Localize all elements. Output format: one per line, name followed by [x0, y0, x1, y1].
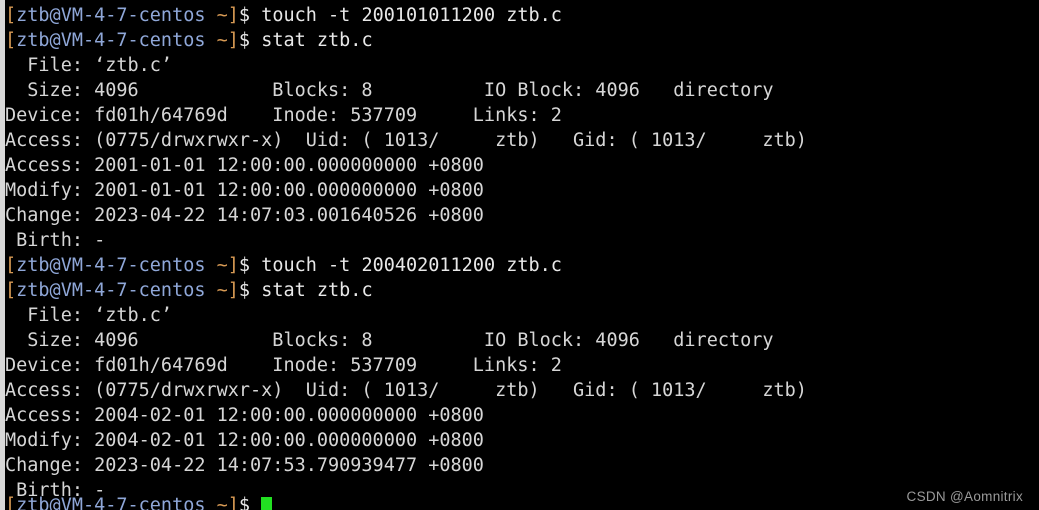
terminal-output-line: Size: 4096 Blocks: 8 IO Block: 4096 dire… — [5, 328, 1039, 353]
terminal-prompt-line: [ztb@VM-4-7-centos ~]$ touch -t 20010101… — [5, 3, 1039, 28]
terminal-output-line: Access: 2004-02-01 12:00:00.000000000 +0… — [5, 403, 1039, 428]
terminal-output-text: Access: 2001-01-01 12:00:00.000000000 +0… — [5, 155, 484, 176]
terminal-output-line: File: ‘ztb.c’ — [5, 303, 1039, 328]
prompt-open-bracket: [ — [5, 255, 17, 276]
terminal-output-line: Modify: 2004-02-01 12:00:00.000000000 +0… — [5, 428, 1039, 453]
terminal-output-text: Access: (0775/drwxrwxr-x) Uid: ( 1013/ z… — [5, 380, 807, 401]
terminal-command-text: touch -t 200101011200 ztb.c — [261, 5, 562, 26]
terminal-output-line: File: ‘ztb.c’ — [5, 53, 1039, 78]
prompt-user-host: ztb@VM-4-7-centos — [16, 280, 206, 301]
prompt-dollar-sign: $ — [238, 255, 262, 276]
terminal-output-line: Change: 2023-04-22 14:07:53.790939477 +0… — [5, 453, 1039, 478]
terminal-command-text: stat ztb.c — [261, 280, 373, 301]
terminal-cursor — [261, 497, 273, 510]
terminal-window[interactable]: [ztb@VM-4-7-centos ~]$ touch -t 20010101… — [0, 0, 1039, 510]
terminal-output-text: Device: fd01h/64769d Inode: 537709 Links… — [5, 105, 562, 126]
terminal-output-line: Access: 2001-01-01 12:00:00.000000000 +0… — [5, 153, 1039, 178]
prompt-dollar-sign: $ — [238, 495, 262, 510]
terminal-output-line: Device: fd01h/64769d Inode: 537709 Links… — [5, 103, 1039, 128]
terminal-output-text: File: ‘ztb.c’ — [5, 305, 173, 326]
prompt-cwd-close-bracket: ~] — [205, 495, 239, 510]
terminal-output-line: Access: (0775/drwxrwxr-x) Uid: ( 1013/ z… — [5, 378, 1039, 403]
terminal-output-text: Modify: 2001-01-01 12:00:00.000000000 +0… — [5, 180, 484, 201]
terminal-screen[interactable]: [ztb@VM-4-7-centos ~]$ touch -t 20010101… — [5, 0, 1039, 510]
terminal-prompt-line: [ztb@VM-4-7-centos ~]$ touch -t 20040201… — [5, 253, 1039, 278]
terminal-command-text: stat ztb.c — [261, 30, 373, 51]
prompt-open-bracket: [ — [5, 495, 17, 510]
prompt-dollar-sign: $ — [238, 280, 262, 301]
prompt-cwd-close-bracket: ~] — [205, 5, 239, 26]
terminal-output-text: Size: 4096 Blocks: 8 IO Block: 4096 dire… — [5, 80, 774, 101]
terminal-output-text: Modify: 2004-02-01 12:00:00.000000000 +0… — [5, 430, 484, 451]
prompt-user-host: ztb@VM-4-7-centos — [16, 255, 206, 276]
terminal-output-line: Access: (0775/drwxrwxr-x) Uid: ( 1013/ z… — [5, 128, 1039, 153]
prompt-cwd-close-bracket: ~] — [205, 255, 239, 276]
prompt-open-bracket: [ — [5, 30, 17, 51]
terminal-output-line: Birth: - — [5, 228, 1039, 253]
terminal-prompt-line: [ztb@VM-4-7-centos ~]$ stat ztb.c — [5, 28, 1039, 53]
prompt-open-bracket: [ — [5, 5, 17, 26]
terminal-output-text: File: ‘ztb.c’ — [5, 55, 173, 76]
watermark-label: CSDN @Aomnitrix — [906, 489, 1023, 504]
terminal-output-text: Access: (0775/drwxrwxr-x) Uid: ( 1013/ z… — [5, 130, 807, 151]
terminal-output-text: Change: 2023-04-22 14:07:53.790939477 +0… — [5, 455, 484, 476]
terminal-output-text: Access: 2004-02-01 12:00:00.000000000 +0… — [5, 405, 484, 426]
prompt-cwd-close-bracket: ~] — [205, 30, 239, 51]
terminal-output-text: Change: 2023-04-22 14:07:03.001640526 +0… — [5, 205, 484, 226]
terminal-active-prompt-line[interactable]: [ztb@VM-4-7-centos ~]$ — [5, 493, 273, 510]
terminal-output-text: Birth: - — [5, 230, 106, 251]
terminal-command-text: touch -t 200402011200 ztb.c — [261, 255, 562, 276]
terminal-prompt-line: [ztb@VM-4-7-centos ~]$ stat ztb.c — [5, 278, 1039, 303]
prompt-user-host: ztb@VM-4-7-centos — [16, 495, 206, 510]
terminal-output-text: Device: fd01h/64769d Inode: 537709 Links… — [5, 355, 562, 376]
terminal-output-line: Device: fd01h/64769d Inode: 537709 Links… — [5, 353, 1039, 378]
prompt-cwd-close-bracket: ~] — [205, 280, 239, 301]
prompt-open-bracket: [ — [5, 280, 17, 301]
prompt-dollar-sign: $ — [238, 30, 262, 51]
prompt-user-host: ztb@VM-4-7-centos — [16, 5, 206, 26]
terminal-output-line: Modify: 2001-01-01 12:00:00.000000000 +0… — [5, 178, 1039, 203]
prompt-dollar-sign: $ — [238, 5, 262, 26]
terminal-output-line: Change: 2023-04-22 14:07:03.001640526 +0… — [5, 203, 1039, 228]
terminal-output-text: Size: 4096 Blocks: 8 IO Block: 4096 dire… — [5, 330, 774, 351]
prompt-user-host: ztb@VM-4-7-centos — [16, 30, 206, 51]
terminal-output-line: Size: 4096 Blocks: 8 IO Block: 4096 dire… — [5, 78, 1039, 103]
